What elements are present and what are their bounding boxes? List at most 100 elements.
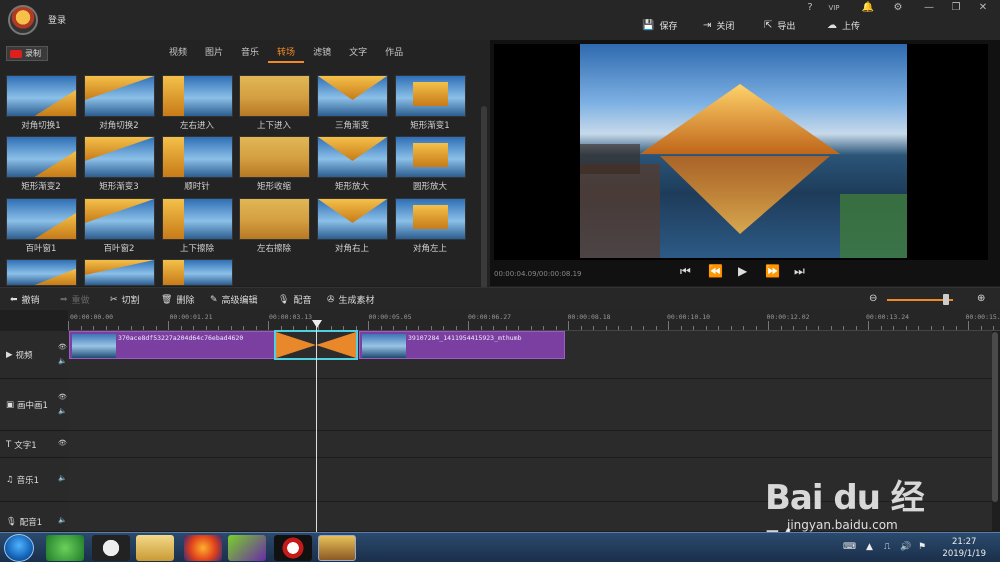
- ruler-tick: [693, 326, 694, 330]
- flag-icon[interactable]: ⚑: [918, 542, 926, 552]
- vip-icon[interactable]: VIP: [826, 4, 842, 12]
- volume-tray-icon[interactable]: 🔊: [900, 542, 911, 552]
- delete-button[interactable]: 🗑 删除: [161, 293, 194, 307]
- video-clip[interactable]: 370ace8df53227a204d64c76ebad4620: [69, 331, 275, 359]
- upload-button[interactable]: ☁ 上传: [827, 19, 860, 32]
- media-app-icon[interactable]: [228, 535, 266, 561]
- advanced-edit-button[interactable]: ✎ 高级编辑: [210, 293, 258, 307]
- transition-thumbnail[interactable]: [84, 259, 155, 286]
- title-bar: 登录 ? VIP 🔔 ⚙ — ❐ ✕ 💾 保存 ⇥ 关闭 ⇱ 导出 ☁ 上传: [0, 0, 1000, 40]
- firefox-icon[interactable]: [184, 535, 222, 561]
- transition-thumbnail[interactable]: [162, 259, 233, 286]
- taskbar-app-icon[interactable]: [46, 535, 84, 561]
- tray-arrow-icon[interactable]: ▲: [866, 542, 873, 552]
- transition-thumbnail[interactable]: [6, 75, 77, 117]
- tab-works[interactable]: 作品: [376, 45, 412, 63]
- playhead[interactable]: [316, 322, 317, 532]
- tab-transition[interactable]: 转场: [268, 45, 305, 63]
- zoom-out-icon[interactable]: ⊖: [869, 293, 877, 304]
- keyboard-icon[interactable]: ⌨: [843, 542, 856, 552]
- timeline-scrollbar[interactable]: [992, 332, 998, 502]
- tab-text[interactable]: 文字: [340, 45, 376, 63]
- volume-icon[interactable]: 🔈: [58, 474, 67, 482]
- maximize-icon[interactable]: ❐: [948, 2, 964, 13]
- tab-image[interactable]: 图片: [196, 45, 232, 63]
- skip-start-icon[interactable]: ⏮: [680, 264, 691, 279]
- transition-thumbnail[interactable]: [6, 198, 77, 240]
- bell-icon[interactable]: 🔔: [860, 2, 876, 13]
- tab-music[interactable]: 音乐: [232, 45, 268, 63]
- tab-filter[interactable]: 滤镜: [304, 45, 340, 63]
- transition-thumbnail[interactable]: [239, 75, 310, 117]
- baidu-watermark: Bai du 经验 jingyan.baidu.com: [765, 478, 925, 562]
- transition-thumbnail[interactable]: [239, 198, 310, 240]
- save-button[interactable]: 💾 保存: [642, 19, 677, 32]
- minimize-icon[interactable]: —: [921, 2, 937, 13]
- eye-icon[interactable]: 👁: [58, 393, 67, 401]
- video-clip[interactable]: 39107284_1411954415923_mthumb: [359, 331, 565, 359]
- transition-thumbnail[interactable]: [395, 136, 466, 178]
- login-link[interactable]: 登录: [48, 13, 66, 26]
- transition-thumbnail[interactable]: [84, 75, 155, 117]
- transition-thumbnail[interactable]: [162, 198, 233, 240]
- transition-thumbnail[interactable]: [317, 198, 388, 240]
- zoom-in-icon[interactable]: ⊕: [977, 293, 985, 304]
- eye-icon[interactable]: 👁: [58, 343, 67, 351]
- timeline-ruler[interactable]: 00:00:00.00 00:00:01.21 00:00:03.13 00:00:0…: [68, 310, 1000, 331]
- close-button[interactable]: ⇥ 关闭: [703, 19, 734, 32]
- transition-thumbnail[interactable]: [162, 75, 233, 117]
- qq-icon[interactable]: [92, 535, 130, 561]
- ruler-tick: [655, 326, 657, 330]
- pip-lane[interactable]: [68, 379, 992, 431]
- zoom-slider-handle[interactable]: [943, 294, 950, 305]
- redo-icon: ➡: [60, 294, 68, 305]
- video-editor-icon[interactable]: [318, 535, 356, 561]
- gear-icon[interactable]: ⚙: [890, 2, 906, 13]
- volume-icon[interactable]: 🔈: [58, 407, 67, 415]
- skip-end-icon[interactable]: ⏭: [794, 264, 805, 279]
- undo-button[interactable]: ⬅ 撤销: [10, 293, 40, 307]
- preview-panel: 00:00:04.09/00:00:08.19 ⏮ ⏪ ▶ ⏩ ⏭: [490, 40, 1000, 286]
- step-back-icon[interactable]: ⏪: [708, 264, 723, 278]
- pip-icon: ▣: [6, 400, 15, 410]
- system-clock[interactable]: 21:27 2019/1/19: [942, 536, 986, 560]
- close-window-icon[interactable]: ✕: [975, 2, 991, 13]
- transition-thumbnail[interactable]: [6, 259, 77, 286]
- eye-icon[interactable]: 👁: [58, 439, 67, 447]
- transition-thumbnail[interactable]: [395, 198, 466, 240]
- network-icon[interactable]: ⎍: [884, 542, 890, 552]
- cut-button[interactable]: ✂ 切割: [110, 293, 140, 307]
- playhead-handle[interactable]: [312, 320, 322, 328]
- start-button[interactable]: [4, 534, 34, 562]
- redo-button[interactable]: ➡ 重做: [60, 293, 90, 307]
- tab-video[interactable]: 视频: [160, 45, 196, 63]
- export-button[interactable]: ⇱ 导出: [764, 19, 795, 32]
- record-app-icon[interactable]: [274, 535, 312, 561]
- text-lane[interactable]: [68, 431, 992, 458]
- user-avatar[interactable]: [8, 5, 38, 35]
- play-icon[interactable]: ▶: [738, 264, 747, 278]
- transition-thumbnail[interactable]: [395, 75, 466, 117]
- transition-thumbnail[interactable]: [84, 136, 155, 178]
- transition-thumbnail[interactable]: [84, 198, 155, 240]
- transition-thumbnail[interactable]: [317, 136, 388, 178]
- step-forward-icon[interactable]: ⏩: [765, 264, 780, 278]
- transition-label: 百叶窗1: [25, 244, 57, 254]
- transition-thumbnail[interactable]: [317, 75, 388, 117]
- ruler-tick: [805, 326, 807, 330]
- help-icon[interactable]: ?: [802, 2, 818, 13]
- ruler-tick: [580, 326, 582, 330]
- ruler-tick: [743, 326, 744, 330]
- music-icon: ♫: [6, 475, 14, 485]
- media-library: 录制 视频 图片 音乐 转场 滤镜 文字 作品 对角切换1 对角切换2 左右进入 上下…: [0, 40, 490, 296]
- volume-icon[interactable]: 🔈: [58, 357, 67, 365]
- generate-material-button[interactable]: ✇ 生成素材: [327, 293, 375, 307]
- folder-icon[interactable]: [136, 535, 174, 561]
- dub-button[interactable]: 🎙 配音: [278, 293, 311, 307]
- transition-thumbnail[interactable]: [162, 136, 233, 178]
- volume-icon[interactable]: 🔈: [58, 516, 67, 524]
- record-button[interactable]: 录制: [6, 46, 48, 61]
- media-scrollbar[interactable]: [481, 106, 487, 296]
- transition-thumbnail[interactable]: [239, 136, 310, 178]
- transition-thumbnail[interactable]: [6, 136, 77, 178]
